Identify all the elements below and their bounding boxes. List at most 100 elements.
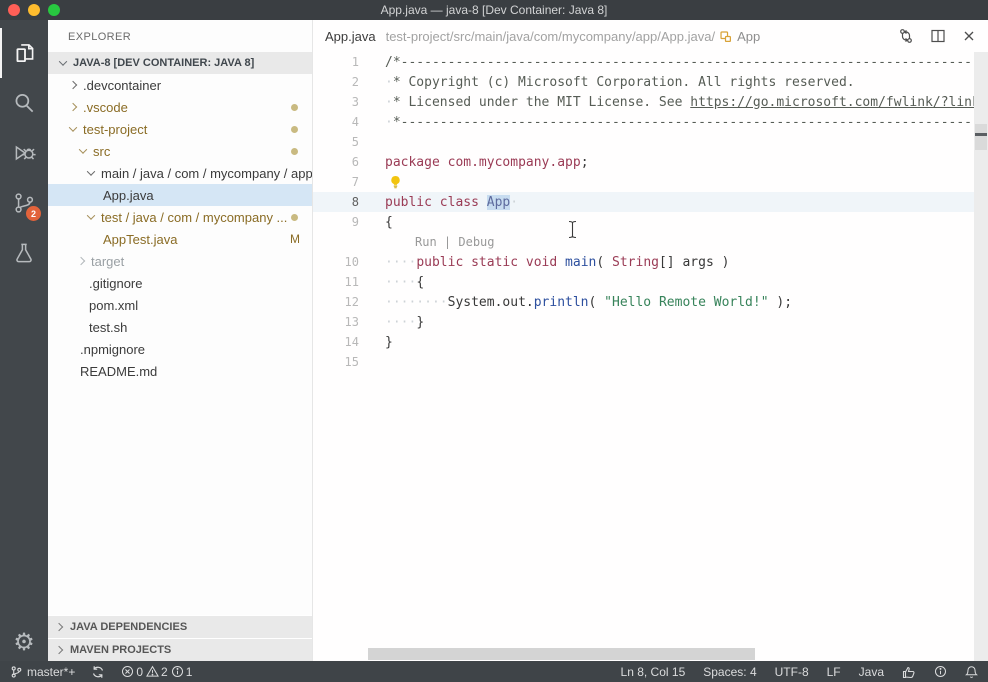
tree-item-label: .npmignore — [80, 342, 145, 357]
codelens-debug-link[interactable]: Debug — [458, 235, 494, 249]
warning-icon — [146, 665, 159, 678]
tree-item-label: .devcontainer — [83, 78, 161, 93]
code-line[interactable]: 12········System.out.println( "Hello Rem… — [313, 292, 988, 312]
tree-item[interactable]: test-project — [48, 118, 312, 140]
tree-item[interactable]: AppTest.javaM — [48, 228, 312, 250]
scm-changes-badge: 2 — [26, 206, 41, 221]
feedback-like-icon[interactable] — [902, 665, 916, 679]
breadcrumb-path[interactable]: test-project/src/main/java/com/mycompany… — [386, 29, 715, 44]
language-mode-status[interactable]: Java — [859, 665, 884, 679]
line-number: 12 — [313, 295, 359, 309]
sync-status[interactable] — [91, 665, 105, 679]
line-number: 8 — [313, 195, 359, 209]
tree-item-label: main / java / com / mycompany / app — [101, 166, 313, 181]
close-window-button[interactable] — [8, 4, 20, 16]
tree-item[interactable]: src — [48, 140, 312, 162]
code-line[interactable]: 8public class App· — [313, 192, 988, 212]
sidebar-title: EXPLORER — [48, 20, 312, 52]
tree-item[interactable]: main / java / com / mycompany / app — [48, 162, 312, 184]
tree-item-label: README.md — [80, 364, 157, 379]
code-text: } — [359, 335, 393, 350]
line-number: 5 — [313, 135, 359, 149]
info-round-icon[interactable] — [934, 665, 947, 678]
breadcrumb[interactable]: test-project/src/main/java/com/mycompany… — [386, 29, 761, 44]
code-line[interactable]: 11····{ — [313, 272, 988, 292]
eol-status[interactable]: LF — [827, 665, 841, 679]
sidebar-section-maven-projects[interactable]: MAVEN PROJECTS — [48, 638, 312, 661]
vertical-scrollbar[interactable] — [974, 52, 988, 661]
traffic-lights — [8, 4, 60, 16]
explorer-sidebar: EXPLORER JAVA-8 [DEV CONTAINER: JAVA 8].… — [48, 20, 313, 661]
code-line[interactable]: 15 — [313, 352, 988, 372]
tree-item[interactable]: test / java / com / mycompany ... — [48, 206, 312, 228]
tree-item[interactable]: .gitignore — [48, 272, 312, 294]
line-number: 2 — [313, 75, 359, 89]
tree-item-label: JAVA-8 [DEV CONTAINER: JAVA 8] — [73, 57, 254, 69]
breadcrumb-symbol[interactable]: App — [737, 29, 760, 44]
chevron-right-icon — [55, 623, 63, 631]
code-text: /*--------------------------------------… — [359, 55, 988, 70]
lightbulb-icon[interactable] — [389, 175, 402, 190]
sidebar-section-java-dependencies[interactable]: JAVA DEPENDENCIES — [48, 615, 312, 638]
code-line[interactable]: 1/*-------------------------------------… — [313, 52, 988, 72]
manage-gear-icon[interactable]: ⚙ — [13, 631, 35, 655]
vertical-scrollbar-thumb[interactable] — [975, 124, 987, 150]
code-line[interactable]: 3·* Licensed under the MIT License. See … — [313, 92, 988, 112]
notifications-bell-icon[interactable] — [965, 665, 978, 679]
zoom-window-button[interactable] — [48, 4, 60, 16]
tree-item[interactable]: pom.xml — [48, 294, 312, 316]
open-file-label[interactable]: App.java — [325, 29, 376, 44]
tree-item[interactable]: JAVA-8 [DEV CONTAINER: JAVA 8] — [48, 52, 312, 74]
code-editor[interactable]: 1/*-------------------------------------… — [313, 52, 988, 661]
activity-bar-item-explorer[interactable] — [0, 28, 48, 78]
activity-bar-item-search[interactable] — [0, 78, 48, 128]
minimize-window-button[interactable] — [28, 4, 40, 16]
line-number: 4 — [313, 115, 359, 129]
code-line[interactable]: 2·* Copyright (c) Microsoft Corporation.… — [313, 72, 988, 92]
git-status-badge: M — [290, 232, 300, 246]
tree-item[interactable]: README.md — [48, 360, 312, 382]
code-line[interactable]: 10····public static void main( String[] … — [313, 252, 988, 272]
info-count: 1 — [186, 665, 193, 679]
git-branch-status[interactable]: master*+ — [10, 665, 75, 679]
search-icon — [11, 90, 37, 116]
tree-item-label: .gitignore — [89, 276, 142, 291]
tree-item-label: .vscode — [83, 100, 128, 115]
horizontal-scrollbar-thumb[interactable] — [368, 648, 755, 660]
line-number: 9 — [313, 215, 359, 229]
chevron-down-icon — [69, 123, 77, 131]
tree-item[interactable]: .vscode — [48, 96, 312, 118]
cursor-position-status[interactable]: Ln 8, Col 15 — [621, 665, 686, 679]
code-line[interactable]: 7 — [313, 172, 988, 192]
activity-bar-item-test-explorer[interactable] — [0, 228, 48, 278]
activity-bar-item-source-control[interactable]: 2 — [0, 178, 48, 228]
code-text: ····} — [359, 315, 424, 330]
tree-item[interactable]: App.java — [48, 184, 312, 206]
line-number: 15 — [313, 355, 359, 369]
encoding-status[interactable]: UTF-8 — [775, 665, 809, 679]
indentation-status[interactable]: Spaces: 4 — [703, 665, 756, 679]
code-line[interactable]: 14} — [313, 332, 988, 352]
split-editor-icon[interactable] — [930, 28, 946, 44]
line-number: 1 — [313, 55, 359, 69]
status-bar: master*+ 021 Ln 8, Col 15 Spaces: 4 UTF-8 L… — [0, 661, 988, 682]
activity-bar-item-run-debug[interactable] — [0, 128, 48, 178]
open-changes-icon[interactable] — [898, 28, 914, 44]
code-line[interactable]: 6package com.mycompany.app; — [313, 152, 988, 172]
chevron-down-icon — [79, 145, 87, 153]
code-line[interactable]: 4·*-------------------------------------… — [313, 112, 988, 132]
tree-item[interactable]: .devcontainer — [48, 74, 312, 96]
tree-item[interactable]: .npmignore — [48, 338, 312, 360]
tree-item[interactable]: target — [48, 250, 312, 272]
code-line[interactable]: 13····} — [313, 312, 988, 332]
tree-item-label: test.sh — [89, 320, 127, 335]
tree-item[interactable]: test.sh — [48, 316, 312, 338]
line-number: 14 — [313, 335, 359, 349]
code-line[interactable]: 9{ — [313, 212, 988, 232]
code-line[interactable]: 5 — [313, 132, 988, 152]
code-text — [359, 175, 402, 190]
close-editor-icon[interactable] — [962, 29, 976, 43]
problems-status[interactable]: 021 — [121, 665, 192, 679]
codelens-run-link[interactable]: Run — [415, 235, 437, 249]
tree-item-label: test / java / com / mycompany ... — [101, 210, 287, 225]
